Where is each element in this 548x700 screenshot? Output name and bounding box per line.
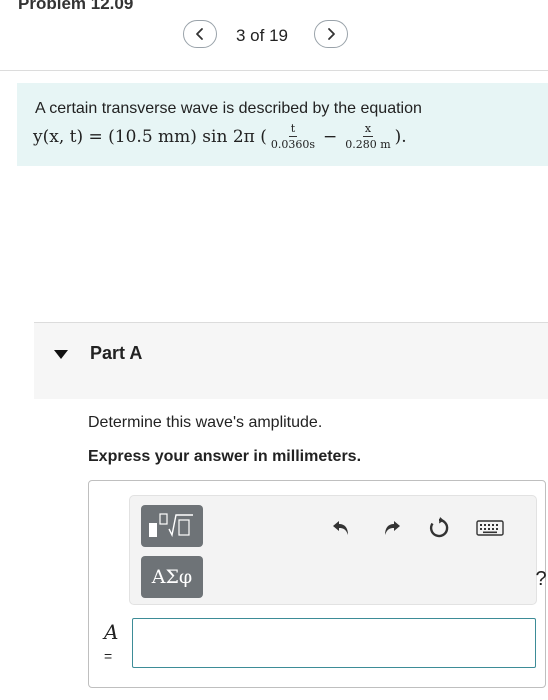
header-divider (0, 70, 548, 71)
part-a-header[interactable]: Part A (34, 322, 548, 399)
templates-button[interactable] (141, 505, 203, 547)
equation-minus: − (323, 126, 338, 147)
question-text: Determine this wave's amplitude. (88, 414, 323, 431)
answer-equals-sign: = (104, 648, 113, 664)
equation-rhs: ). (394, 126, 407, 147)
math-toolbar: ΑΣφ ? (129, 495, 547, 605)
fraction-time: t 0.0360s (271, 123, 315, 150)
answer-instruction: Express your answer in millimeters. (88, 448, 362, 465)
answer-variable-label: A (104, 620, 119, 644)
fraction-space-denominator: 0.280 m (345, 138, 391, 151)
undo-icon[interactable] (328, 515, 354, 541)
answer-input[interactable] (132, 618, 536, 668)
wave-equation: y(x, t) = (10.5 mm) sin 2π ( t 0.0360s −… (33, 123, 407, 150)
part-label: Part A (90, 343, 143, 363)
help-button[interactable]: ? (528, 566, 548, 592)
greek-symbols-button[interactable]: ΑΣφ (141, 556, 203, 598)
next-button[interactable] (314, 20, 348, 48)
equation-lhs: y(x, t) = (10.5 mm) sin 2π ( (33, 126, 267, 147)
redo-icon[interactable] (379, 515, 405, 541)
previous-button[interactable] (183, 20, 217, 48)
problem-text: A certain transverse wave is described b… (35, 100, 422, 117)
fraction-time-numerator: t (288, 122, 298, 137)
fraction-space-numerator: x (362, 122, 374, 137)
reset-icon[interactable] (426, 515, 452, 541)
chevron-left-icon (196, 28, 203, 40)
problem-statement: A certain transverse wave is described b… (17, 83, 548, 166)
templates-icon (149, 513, 193, 538)
chevron-right-icon (328, 28, 335, 40)
fraction-space: x 0.280 m (345, 123, 390, 150)
keyboard-icon[interactable] (475, 515, 505, 541)
pager-text: 3 of 19 (236, 26, 288, 45)
problem-title: Problem 12.09 (18, 0, 134, 13)
fraction-time-denominator: 0.0360s (270, 138, 315, 151)
collapse-triangle-icon[interactable] (54, 350, 68, 359)
